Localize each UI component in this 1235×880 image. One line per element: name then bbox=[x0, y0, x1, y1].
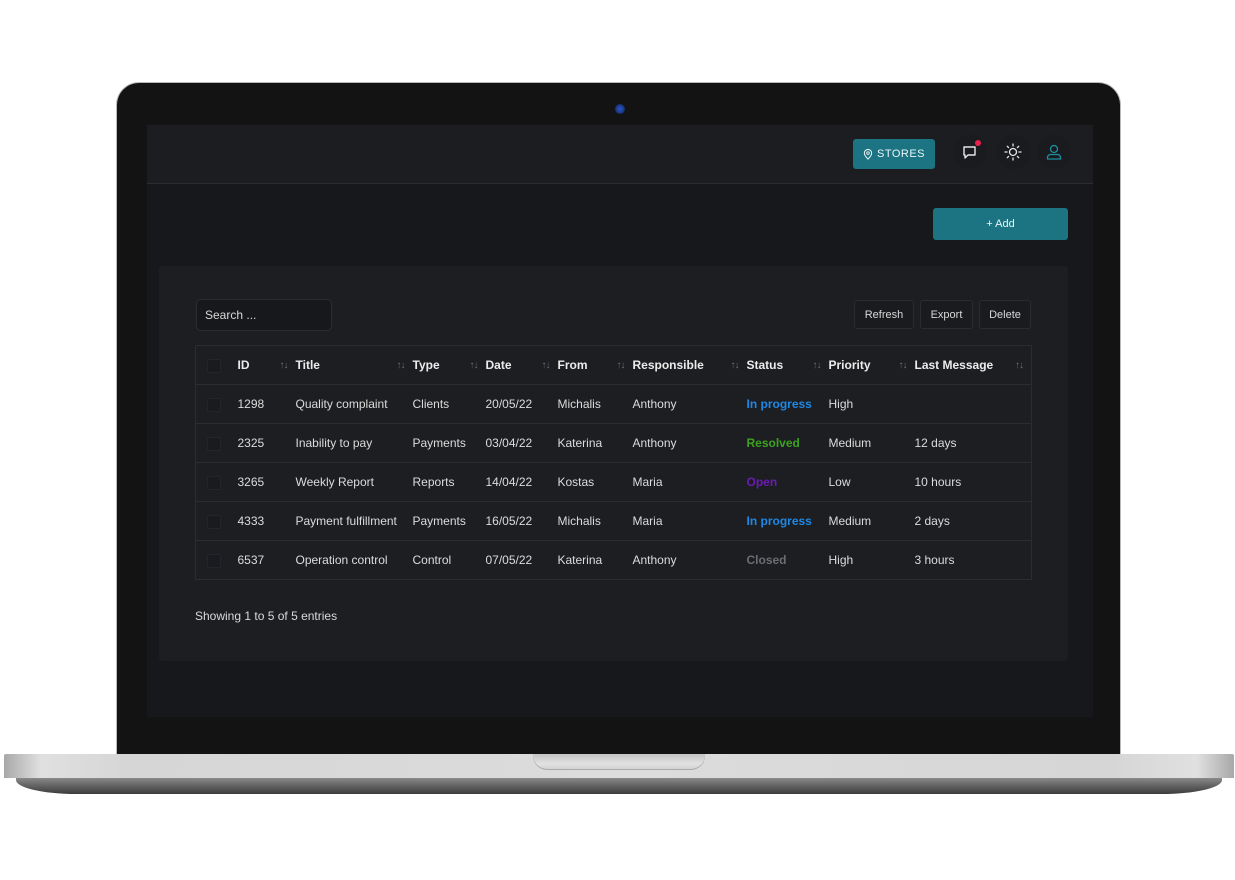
cell-responsible: Maria bbox=[632, 501, 747, 541]
row-checkbox[interactable] bbox=[207, 397, 221, 412]
entries-info: Showing 1 to 5 of 5 entries bbox=[195, 609, 338, 623]
table-row[interactable]: 3265 Weekly Report Reports 14/04/22 Kostas Ma… bbox=[195, 462, 1032, 502]
cell-last-message: 12 days bbox=[914, 423, 1032, 463]
cell-id: 4333 bbox=[237, 501, 296, 541]
sort-icon: ↑↓ bbox=[616, 359, 626, 371]
top-navbar: STORES bbox=[147, 125, 1093, 184]
cell-from: Katerina bbox=[557, 540, 633, 580]
cell-id: 6537 bbox=[237, 540, 296, 580]
table-header-row: ID ↑↓ Title ↑↓ Type ↑↓ Date ↑↓ From ↑↓ Respon… bbox=[195, 345, 1032, 385]
table-row[interactable]: 4333 Payment fulfillment Payments 16/05/22 M… bbox=[195, 501, 1032, 541]
cell-id: 3265 bbox=[237, 462, 296, 502]
cell-priority: High bbox=[828, 384, 915, 424]
cell-type: Control bbox=[412, 540, 486, 580]
cell-id: 2325 bbox=[237, 423, 296, 463]
column-header-date[interactable]: Date ↑↓ bbox=[485, 345, 558, 385]
cell-type: Payments bbox=[412, 423, 486, 463]
table-body: 1298 Quality complaint Clients 20/05/22 Mich… bbox=[195, 384, 1032, 580]
laptop-opening-notch bbox=[533, 754, 705, 770]
select-all-checkbox[interactable] bbox=[207, 358, 221, 373]
cell-responsible: Anthony bbox=[632, 384, 747, 424]
cell-last-message: 10 hours bbox=[914, 462, 1032, 502]
column-header-title[interactable]: Title ↑↓ bbox=[295, 345, 413, 385]
cell-date: 20/05/22 bbox=[485, 384, 558, 424]
cell-status: Closed bbox=[746, 540, 829, 580]
laptop-base bbox=[4, 754, 1234, 794]
cell-responsible: Maria bbox=[632, 462, 747, 502]
cell-from: Katerina bbox=[557, 423, 633, 463]
cell-from: Michalis bbox=[557, 501, 633, 541]
row-checkbox[interactable] bbox=[207, 553, 221, 568]
column-header-status[interactable]: Status ↑↓ bbox=[746, 345, 829, 385]
cell-date: 14/04/22 bbox=[485, 462, 558, 502]
stores-label: STORES bbox=[876, 148, 926, 160]
cell-status: In progress bbox=[746, 384, 829, 424]
sort-icon: ↑↓ bbox=[812, 359, 822, 371]
cell-responsible: Anthony bbox=[632, 423, 747, 463]
cell-date: 16/05/22 bbox=[485, 501, 558, 541]
cell-id: 1298 bbox=[237, 384, 296, 424]
refresh-button[interactable]: Refresh bbox=[854, 300, 914, 329]
tickets-table: ID ↑↓ Title ↑↓ Type ↑↓ Date ↑↓ From ↑↓ Respon… bbox=[195, 345, 1032, 580]
sort-icon: ↑↓ bbox=[396, 359, 406, 371]
sort-icon: ↑↓ bbox=[898, 359, 908, 371]
cell-from: Michalis bbox=[557, 384, 633, 424]
cell-title: Weekly Report bbox=[295, 462, 413, 502]
column-header-priority[interactable]: Priority ↑↓ bbox=[828, 345, 915, 385]
cell-date: 07/05/22 bbox=[485, 540, 558, 580]
tickets-panel: Refresh Export Delete ID↑↓ Title↑↓ Type↑… bbox=[159, 266, 1068, 661]
cell-title: Inability to pay bbox=[295, 423, 413, 463]
cell-status: Resolved bbox=[746, 423, 829, 463]
cell-type: Reports bbox=[412, 462, 486, 502]
row-checkbox[interactable] bbox=[207, 514, 221, 529]
cell-type: Payments bbox=[412, 501, 486, 541]
delete-button[interactable]: Delete bbox=[979, 300, 1031, 329]
cell-responsible: Anthony bbox=[632, 540, 747, 580]
search-input[interactable] bbox=[196, 299, 332, 331]
cell-last-message: 3 hours bbox=[914, 540, 1032, 580]
chat-icon bbox=[963, 146, 976, 159]
export-button[interactable]: Export bbox=[920, 300, 973, 329]
sort-icon: ↑↓ bbox=[469, 359, 479, 371]
cell-from: Kostas bbox=[557, 462, 633, 502]
sort-icon: ↑↓ bbox=[279, 359, 289, 371]
theme-toggle-button[interactable] bbox=[996, 135, 1030, 169]
stores-button[interactable]: STORES bbox=[853, 139, 935, 169]
user-profile-button[interactable] bbox=[1037, 135, 1071, 169]
cell-date: 03/04/22 bbox=[485, 423, 558, 463]
table-row[interactable]: 6537 Operation control Control 07/05/22 Kate… bbox=[195, 540, 1032, 580]
row-checkbox[interactable] bbox=[207, 475, 221, 490]
cell-last-message bbox=[914, 384, 1032, 424]
sort-icon: ↑↓ bbox=[730, 359, 740, 371]
location-pin-icon bbox=[863, 148, 873, 160]
cell-title: Payment fulfillment bbox=[295, 501, 413, 541]
column-header-id[interactable]: ID ↑↓ bbox=[237, 345, 296, 385]
cell-last-message: 2 days bbox=[914, 501, 1032, 541]
cell-priority: Low bbox=[828, 462, 915, 502]
notification-dot bbox=[975, 140, 981, 146]
cell-priority: Medium bbox=[828, 423, 915, 463]
messages-button[interactable] bbox=[953, 135, 987, 169]
column-header-from[interactable]: From ↑↓ bbox=[557, 345, 633, 385]
cell-type: Clients bbox=[412, 384, 486, 424]
sun-icon bbox=[1004, 143, 1022, 161]
webcam-icon bbox=[615, 104, 625, 114]
add-button[interactable]: + Add bbox=[933, 208, 1068, 240]
sort-icon: ↑↓ bbox=[1015, 359, 1024, 371]
table-row[interactable]: 1298 Quality complaint Clients 20/05/22 Mich… bbox=[195, 384, 1032, 424]
column-header-last-message[interactable]: Last Message ↑↓ bbox=[914, 345, 1032, 385]
row-checkbox[interactable] bbox=[207, 436, 221, 451]
table-row[interactable]: 2325 Inability to pay Payments 03/04/22 Kate… bbox=[195, 423, 1032, 463]
cell-priority: High bbox=[828, 540, 915, 580]
cell-status: In progress bbox=[746, 501, 829, 541]
column-header-type[interactable]: Type ↑↓ bbox=[412, 345, 486, 385]
cell-title: Operation control bbox=[295, 540, 413, 580]
sort-icon: ↑↓ bbox=[541, 359, 551, 371]
cell-status: Open bbox=[746, 462, 829, 502]
app-screen: STORES + Add Refresh Export Delete ID↑↓ bbox=[147, 125, 1093, 717]
cell-priority: Medium bbox=[828, 501, 915, 541]
cell-title: Quality complaint bbox=[295, 384, 413, 424]
column-header-responsible[interactable]: Responsible ↑↓ bbox=[632, 345, 747, 385]
user-icon bbox=[1046, 144, 1062, 160]
